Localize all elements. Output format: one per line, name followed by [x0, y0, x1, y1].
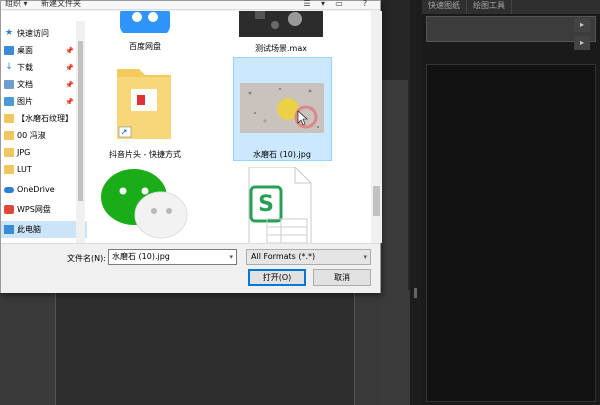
panel-splitter[interactable] [410, 0, 422, 405]
nav-scroll-thumb[interactable] [78, 41, 83, 201]
background-toolbar-column [380, 80, 408, 405]
cloud-icon [4, 186, 14, 193]
file-list-scrollbar[interactable] [371, 11, 382, 243]
file-item-selected[interactable]: 水磨石 (10).jpg [233, 57, 332, 161]
panel-arrow-down-icon[interactable]: ▸ [574, 36, 590, 50]
panel-tabs: 快速图纸 绘图工具 [422, 0, 600, 14]
folder-icon [4, 165, 14, 174]
wps-icon [4, 205, 14, 214]
max-file-icon [239, 11, 323, 37]
nav-item-onedrive[interactable]: OneDrive [1, 181, 87, 198]
panel-tab-drawing-tools[interactable]: 绘图工具 [467, 0, 512, 14]
wechat-icon [101, 169, 188, 239]
nav-item-documents[interactable]: 文档 📌 [1, 76, 87, 93]
nav-item-00-folder[interactable]: 00 冯淑 [1, 127, 87, 144]
folder-icon [4, 131, 14, 140]
filename-label: 文件名(N): [67, 254, 106, 263]
folder-icon [4, 114, 14, 123]
open-button[interactable]: 打开(O) [248, 269, 306, 286]
nav-item-wps-drive[interactable]: WPS网盘 [1, 201, 87, 218]
filename-value: 水磨石 (10).jpg [112, 252, 170, 261]
panel-tab-quick-drawing[interactable]: 快速图纸 [422, 0, 467, 14]
filename-input[interactable]: 水磨石 (10).jpg ▾ [108, 249, 237, 265]
pin-icon: 📌 [65, 46, 74, 55]
view-dropdown-icon[interactable]: ▾ [317, 0, 329, 9]
nav-item-desktop[interactable]: 桌面 📌 [1, 42, 87, 59]
new-folder-button[interactable]: 新建文件夹 [41, 0, 81, 9]
navigation-pane: ★ 快速访问 桌面 📌 ↓ 下载 📌 文档 📌 图片 📌 【水磨石纹理】 00 … [1, 11, 87, 243]
folder-icon [4, 148, 14, 157]
chevron-down-icon[interactable]: ▾ [363, 250, 367, 264]
nav-item-pictures[interactable]: 图片 📌 [1, 93, 87, 110]
help-icon[interactable]: ? [359, 0, 371, 9]
panel-body [426, 64, 596, 402]
pin-icon: 📌 [65, 63, 74, 72]
nav-item-jpg-folder[interactable]: JPG [1, 144, 87, 161]
nav-scrollbar[interactable] [76, 21, 85, 243]
background-canvas [55, 290, 355, 405]
wps-sheet-icon: S [248, 167, 312, 243]
nav-item-downloads[interactable]: ↓ 下载 📌 [1, 59, 87, 76]
splitter-grip[interactable] [414, 288, 417, 298]
organize-menu[interactable]: 组织 ▾ [5, 0, 28, 9]
nav-item-lut-folder[interactable]: LUT [1, 161, 87, 178]
baidu-netdisk-icon [120, 11, 170, 33]
file-format-select[interactable]: All Formats (*.*) ▾ [246, 249, 371, 265]
star-icon: ★ [4, 28, 14, 38]
file-list-scroll-thumb[interactable] [373, 186, 380, 216]
nav-item-terrazzo-folder[interactable]: 【水磨石纹理】 [1, 110, 87, 127]
panel-arrow-up-icon[interactable]: ▸ [574, 18, 590, 32]
file-item[interactable]: 百度网盘 [99, 11, 191, 51]
desktop-folder-icon [4, 46, 14, 55]
view-options-icon[interactable]: ☰ [301, 0, 313, 9]
nav-item-quick-access[interactable]: ★ 快速访问 [1, 25, 87, 42]
panel-header-box [426, 16, 596, 42]
file-item[interactable]: 抖音片头 - 快捷方式 [99, 61, 191, 161]
file-list: 百度网盘 测试场景.max 抖音片头 - 快捷方式 水磨石 (10).jpg S [87, 11, 382, 243]
dialog-toolbar: 组织 ▾ 新建文件夹 ☰ ▾ ▭ ? [1, 0, 380, 10]
terrazzo-image-thumbnail [240, 83, 324, 133]
svg-text:S: S [258, 192, 274, 217]
open-file-dialog: 组织 ▾ 新建文件夹 ☰ ▾ ▭ ? ★ 快速访问 桌面 📌 ↓ 下载 📌 文档… [0, 0, 382, 293]
preview-pane-icon[interactable]: ▭ [333, 0, 345, 9]
document-icon [4, 80, 14, 89]
pin-icon: 📌 [65, 97, 74, 106]
dialog-bottom-bar: 文件名(N): 水磨石 (10).jpg ▾ All Formats (*.*)… [1, 243, 380, 293]
file-item[interactable]: S [237, 165, 329, 243]
file-item[interactable] [99, 165, 191, 243]
picture-icon [4, 97, 14, 106]
right-side-panel: 快速图纸 绘图工具 ▸ ▸ [422, 0, 600, 405]
shortcut-folder-icon [117, 69, 171, 139]
cancel-button[interactable]: 取消 [313, 269, 371, 286]
pin-icon: 📌 [65, 80, 74, 89]
format-value: All Formats (*.*) [251, 252, 316, 261]
file-item[interactable]: 测试场景.max [235, 11, 327, 53]
pc-icon [4, 225, 14, 234]
nav-item-this-pc[interactable]: 此电脑 [1, 221, 87, 238]
chevron-down-icon[interactable]: ▾ [229, 250, 233, 264]
download-icon: ↓ [5, 62, 13, 72]
